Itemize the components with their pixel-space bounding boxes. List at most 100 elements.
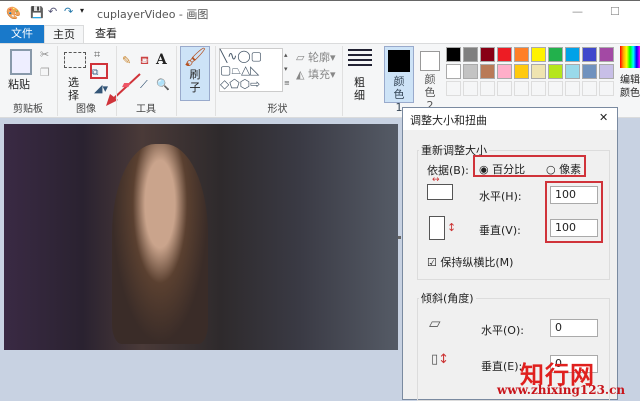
tab-home[interactable]: 主页	[44, 25, 84, 43]
palette-swatch[interactable]	[514, 64, 529, 79]
undo-icon[interactable]: ↶	[48, 5, 57, 18]
fill-label: 填充	[307, 68, 330, 81]
horizontal-input[interactable]: 100	[550, 186, 598, 204]
color2-button[interactable]: 颜色 2	[417, 46, 443, 112]
palette-swatch[interactable]	[565, 64, 580, 79]
color-picker-icon[interactable]: ⟋	[140, 78, 148, 92]
palette-swatch[interactable]	[480, 64, 495, 79]
palette-swatch[interactable]	[497, 64, 512, 79]
pencil-icon[interactable]: ✎	[122, 54, 131, 67]
title-bar: 🎨 💾 ↶ ↷ ▾ cuplayerVideo - 画图 — ☐	[0, 0, 640, 25]
cut-icon[interactable]: ✂	[40, 48, 49, 61]
palette-swatch[interactable]	[463, 47, 478, 62]
size-icon	[348, 49, 372, 69]
color2-swatch	[420, 51, 440, 71]
color-palette	[446, 47, 616, 97]
palette-swatch[interactable]	[599, 64, 614, 79]
fill-button[interactable]: ◭ 填充▾	[296, 66, 336, 82]
horizontal-label: 水平(H):	[479, 190, 522, 203]
palette-swatch[interactable]	[565, 47, 580, 62]
percent-radio[interactable]: ◉ 百分比	[479, 161, 525, 177]
palette-swatch[interactable]	[582, 47, 597, 62]
watermark-url: www.zhixing123.cn	[497, 383, 626, 397]
skew-legend: 倾斜(角度)	[419, 290, 476, 306]
select-button[interactable]: 选择	[68, 76, 82, 102]
text-tool-icon[interactable]: A	[156, 52, 167, 68]
clipboard-group-label: 剪贴板	[13, 104, 43, 115]
palette-swatch[interactable]	[548, 81, 563, 96]
percent-label: 百分比	[492, 163, 526, 176]
brush-label: 刷子	[189, 68, 201, 94]
copy-icon[interactable]: ❐	[40, 66, 50, 79]
edit-colors-icon[interactable]	[620, 46, 640, 68]
palette-swatch[interactable]	[514, 81, 529, 96]
fill-icon[interactable]: ⛾	[140, 54, 149, 69]
paste-button[interactable]: 粘贴	[8, 76, 30, 92]
paste-icon[interactable]	[10, 49, 32, 75]
ribbon-tabs: 文件 主页 查看	[0, 25, 640, 43]
select-icon[interactable]	[64, 52, 86, 68]
edit-colors-button[interactable]: 编辑颜色	[620, 74, 640, 100]
tab-file[interactable]: 文件	[0, 25, 44, 43]
minimize-button[interactable]: —	[572, 5, 583, 18]
horizontal-resize-icon: ↔	[427, 175, 453, 200]
palette-swatch[interactable]	[514, 47, 529, 62]
palette-swatch[interactable]	[446, 47, 461, 62]
shapes-gallery[interactable]: ╲∿◯▢ ▢⏢△◺ ◇⬠⬡⇨	[219, 48, 283, 92]
dialog-close-button[interactable]: ✕	[599, 111, 608, 124]
vertical-label: 垂直(V):	[479, 224, 521, 237]
shapes-group-label: 形状	[267, 104, 288, 115]
tab-view[interactable]: 查看	[86, 25, 126, 43]
brush-button[interactable]: 🖌 刷子	[180, 46, 210, 101]
canvas-resize-handle[interactable]	[398, 236, 401, 239]
photo-girl	[112, 144, 208, 344]
palette-swatch[interactable]	[548, 47, 563, 62]
size-button[interactable]: 粗细	[354, 76, 368, 102]
palette-swatch[interactable]	[548, 64, 563, 79]
palette-swatch[interactable]	[582, 64, 597, 79]
window-title: cuplayerVideo - 画图	[97, 8, 209, 21]
pixels-radio[interactable]: ○ 像素	[546, 161, 581, 177]
palette-swatch[interactable]	[565, 81, 580, 96]
keep-ratio-checkbox[interactable]: ☑ 保持纵横比(M)	[427, 254, 513, 270]
palette-swatch[interactable]	[599, 47, 614, 62]
palette-swatch[interactable]	[463, 64, 478, 79]
skew-horizontal-label: 水平(O):	[481, 324, 524, 337]
paint-app-icon: 🎨	[6, 6, 21, 20]
color1-button[interactable]: 颜色 1	[384, 46, 414, 114]
canvas-image[interactable]	[4, 124, 398, 350]
palette-swatch[interactable]	[497, 47, 512, 62]
vertical-skew-icon: ▯↕	[431, 352, 450, 367]
palette-swatch[interactable]	[497, 81, 512, 96]
keep-ratio-label: 保持纵横比(M)	[440, 256, 514, 269]
shapes-scroll[interactable]: ▴ ▾ ≡	[284, 48, 292, 92]
palette-swatch[interactable]	[463, 81, 478, 96]
outline-label: 轮廓	[307, 51, 330, 64]
quick-access-dropdown-icon[interactable]: ▾	[80, 6, 84, 15]
skew-horizontal-input[interactable]: 0	[550, 319, 598, 337]
maximize-button[interactable]: ☐	[610, 5, 620, 18]
color1-swatch	[388, 50, 410, 72]
magnifier-icon[interactable]: 🔍	[156, 78, 170, 91]
dialog-title: 调整大小和扭曲	[410, 114, 487, 127]
horizontal-skew-icon: ▱	[429, 314, 441, 332]
palette-swatch[interactable]	[582, 81, 597, 96]
brush-icon: 🖌	[183, 47, 207, 68]
redo-icon[interactable]: ↷	[64, 5, 73, 18]
eraser-icon[interactable]: ▰	[122, 78, 130, 91]
palette-swatch[interactable]	[446, 81, 461, 96]
crop-icon[interactable]: ⌗	[94, 48, 100, 62]
vertical-resize-icon: ↕	[429, 216, 456, 240]
outline-button[interactable]: ▱ 轮廓▾	[296, 49, 336, 65]
palette-swatch[interactable]	[446, 64, 461, 79]
save-icon[interactable]: 💾	[30, 6, 44, 19]
palette-swatch[interactable]	[531, 47, 546, 62]
vertical-input[interactable]: 100	[550, 219, 598, 237]
palette-swatch[interactable]	[531, 81, 546, 96]
palette-swatch[interactable]	[531, 64, 546, 79]
palette-swatch[interactable]	[480, 81, 495, 96]
palette-swatch[interactable]	[599, 81, 614, 96]
pixels-label: 像素	[559, 163, 582, 176]
dialog-titlebar: 调整大小和扭曲 ✕	[403, 108, 617, 130]
palette-swatch[interactable]	[480, 47, 495, 62]
